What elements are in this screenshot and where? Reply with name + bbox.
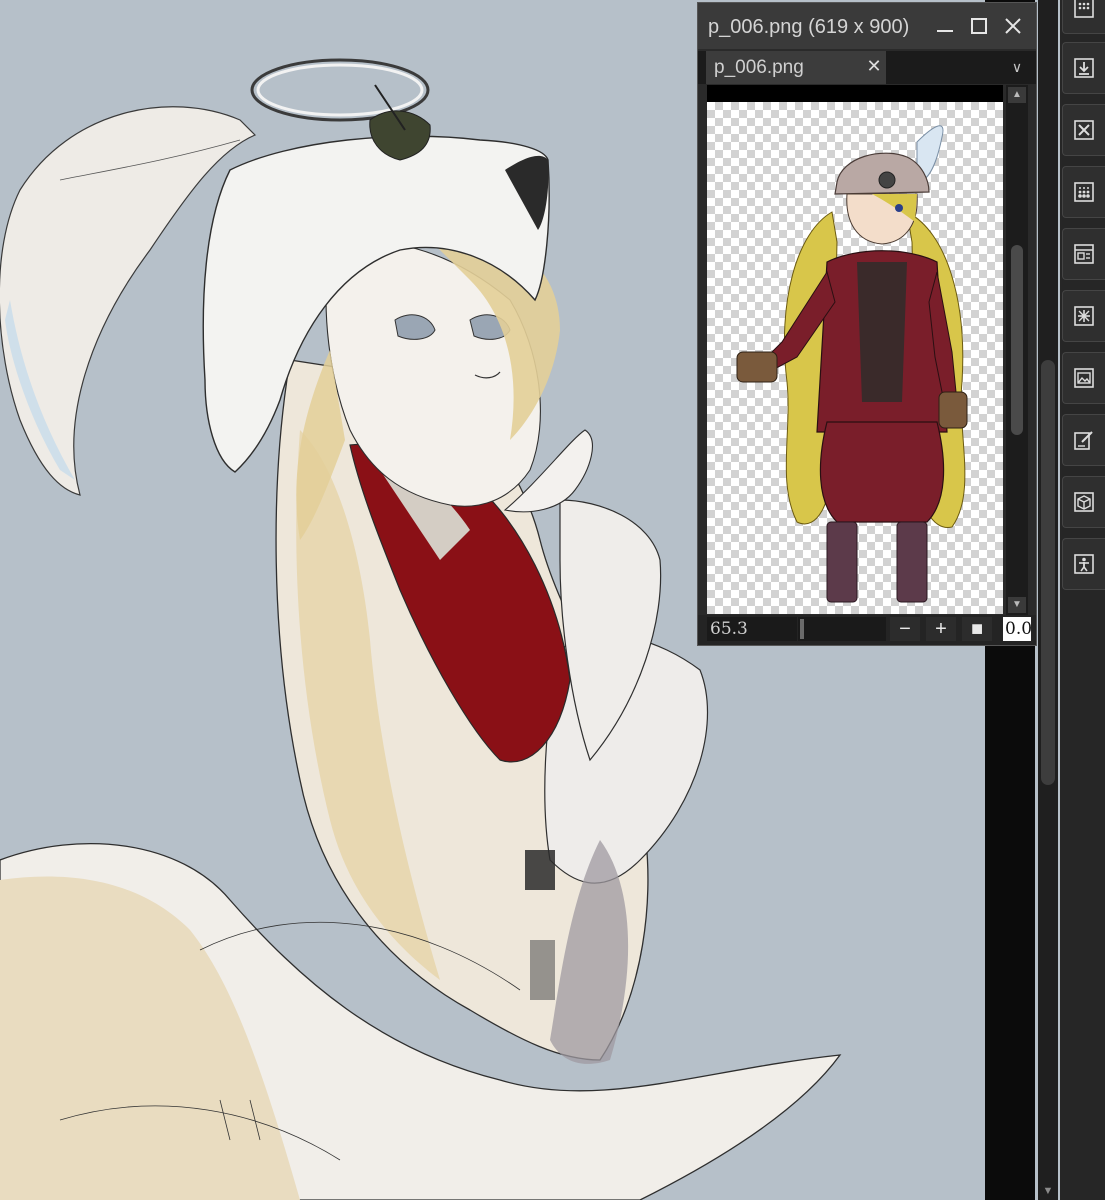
scroll-up-icon[interactable]: ▲ xyxy=(1008,87,1026,103)
canvas-vertical-scrollbar[interactable]: ▼ xyxy=(1038,0,1058,1200)
navigator-controls: 65.3 − + ■ 0.0 xyxy=(698,615,1036,645)
navigator-panel: p_006.png (619 x 900) p_006.png ✕ ∨ ▲ ▼ … xyxy=(697,2,1037,646)
navigator-title: p_006.png (619 x 900) xyxy=(708,16,910,38)
close-file-icon[interactable] xyxy=(1062,104,1105,156)
tab-close-icon[interactable]: ✕ xyxy=(864,56,884,76)
maximize-icon[interactable] xyxy=(966,13,992,39)
navigator-preview[interactable] xyxy=(707,102,1003,614)
zoom-value-field[interactable]: 65.3 xyxy=(707,617,797,641)
grid-icon[interactable] xyxy=(1062,0,1105,34)
tab-p-006[interactable]: p_006.png ✕ xyxy=(706,51,886,84)
navigator-vertical-scrollbar[interactable]: ▲ ▼ xyxy=(1006,85,1028,615)
image-icon[interactable] xyxy=(1062,352,1105,404)
3d-cube-icon[interactable] xyxy=(1062,476,1105,528)
transform-icon[interactable] xyxy=(1062,290,1105,342)
preview-top-margin xyxy=(707,85,1003,102)
rotation-angle-field[interactable]: 0.0 xyxy=(1003,617,1031,641)
right-toolbar xyxy=(1060,0,1105,1200)
fit-screen-icon[interactable]: ■ xyxy=(962,617,992,641)
zoom-out-icon[interactable]: − xyxy=(890,617,920,641)
navigator-tabbar: p_006.png ✕ ∨ xyxy=(698,51,1036,84)
edit-icon[interactable] xyxy=(1062,414,1105,466)
close-icon[interactable] xyxy=(1000,13,1026,39)
zoom-slider-knob[interactable] xyxy=(800,619,804,639)
tab-label: p_006.png xyxy=(714,57,804,78)
zoom-in-icon[interactable]: + xyxy=(926,617,956,641)
character-preview-image xyxy=(736,125,968,603)
navigator-scroll-thumb[interactable] xyxy=(1011,245,1023,435)
scrollbar-thumb[interactable] xyxy=(1041,360,1055,785)
zoom-slider[interactable] xyxy=(798,617,886,641)
layout-icon[interactable] xyxy=(1062,228,1105,280)
scroll-down-icon[interactable]: ▼ xyxy=(1041,1184,1055,1198)
chevron-down-icon[interactable]: ∨ xyxy=(1006,56,1028,78)
import-icon[interactable] xyxy=(1062,42,1105,94)
minimize-icon[interactable] xyxy=(932,13,958,39)
scroll-down-icon[interactable]: ▼ xyxy=(1008,597,1026,613)
halftone-icon[interactable] xyxy=(1062,166,1105,218)
figure-icon[interactable] xyxy=(1062,538,1105,590)
navigator-titlebar[interactable]: p_006.png (619 x 900) xyxy=(698,3,1036,49)
